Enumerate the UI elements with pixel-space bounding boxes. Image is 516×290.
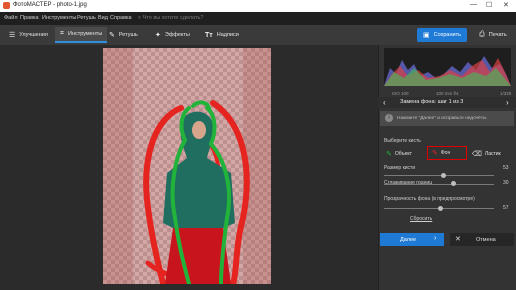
tab-enhancements[interactable]: ☰ Улучшения (4, 27, 53, 43)
step-title: Замена фона: шаг 1 из 3 (400, 99, 464, 105)
background-brush-button[interactable]: ✎ Фон (427, 146, 467, 160)
tab-label: Инструменты (67, 31, 103, 37)
tab-effects[interactable]: ✦ Эффекты (150, 27, 195, 43)
menu-help[interactable]: Справка (110, 15, 132, 21)
next-button[interactable]: Далее › (380, 233, 444, 246)
minimize-button[interactable]: — (470, 1, 477, 8)
window-title: ФотоМАСТЕР - photo-1.jpg (13, 2, 87, 8)
door-left-shape (103, 48, 133, 284)
edge-smoothing-knob[interactable] (451, 181, 456, 186)
menu-retouch[interactable]: Ретушь (77, 15, 96, 21)
background-brush-label: Фон (440, 150, 451, 156)
maximize-button[interactable]: ☐ (486, 1, 492, 9)
histogram (384, 48, 511, 86)
hint-box: i Нажмите "Далее" и исправьте недочёты (380, 111, 514, 126)
eraser-icon: ⌫ (472, 151, 482, 158)
brush-size-label: Размер кисти (384, 165, 416, 171)
object-brush-button[interactable]: ✎ Объект (386, 148, 412, 160)
menu-tools[interactable]: Инструменты (42, 15, 76, 21)
save-button[interactable]: ▣ Сохранить (417, 28, 467, 42)
object-brush-icon: ✎ (386, 151, 392, 158)
bg-opacity-knob[interactable] (438, 206, 443, 211)
app-logo-icon (3, 2, 10, 9)
cancel-button[interactable]: ✕ Отмена (450, 233, 514, 246)
tab-tools[interactable]: ⌗ Инструменты (55, 27, 108, 43)
magic-wand-icon: ✦ (155, 32, 161, 39)
cancel-label: Отмена (476, 236, 496, 243)
edge-smoothing-value: 30 (503, 180, 509, 186)
brush-size-slider[interactable] (384, 175, 494, 176)
bg-opacity-label: Прозрачность фона (в предпросмотре) (384, 196, 475, 202)
text-icon: Tт (205, 31, 213, 39)
object-stroke (191, 100, 211, 110)
search-input[interactable]: ⌕ Что вы хотите сделать? (138, 15, 203, 22)
tab-text[interactable]: Tт Надписи (200, 27, 244, 43)
menu-edit[interactable]: Правка (20, 15, 39, 21)
edge-smoothing-slider[interactable] (384, 184, 494, 185)
next-label: Далее (400, 236, 417, 243)
printer-icon: ⎙ (479, 31, 485, 38)
bg-opacity-value: 57 (503, 205, 509, 211)
sliders-icon: ☰ (9, 32, 16, 39)
histogram-shutter: 1/320 (500, 91, 512, 96)
info-icon: i (385, 114, 393, 122)
brush-size-value: 53 (503, 165, 509, 171)
brush-size-knob[interactable] (441, 173, 446, 178)
histogram-lens: 100 mm f/4 (436, 91, 459, 96)
close-button[interactable]: ✕ (503, 1, 509, 9)
search-placeholder: Что вы хотите сделать? (142, 15, 204, 21)
hint-text: Нажмите "Далее" и исправьте недочёты (397, 115, 487, 121)
cancel-x-icon: ✕ (455, 236, 461, 243)
tab-label: Улучшения (19, 32, 48, 38)
reset-link[interactable]: Сбросить (410, 216, 432, 222)
background-brush-icon: ✎ (432, 150, 438, 157)
menu-file[interactable]: Файл (4, 15, 18, 21)
photo-drawing (103, 48, 271, 284)
step-header: ‹ Замена фона: шаг 1 из 3 › (378, 97, 516, 108)
photo-canvas[interactable] (103, 48, 271, 284)
menu-view[interactable]: Вид (98, 15, 108, 21)
tab-retouch[interactable]: ✎ Ретушь (104, 27, 143, 43)
eraser-label: Ластик (484, 151, 501, 157)
brush-icon: ✎ (109, 32, 115, 39)
next-arrow-icon: › (434, 235, 437, 242)
save-icon: ▣ (423, 32, 430, 39)
search-icon: ⌕ (138, 15, 142, 21)
crop-tools-icon: ⌗ (60, 30, 64, 37)
histogram-graph (384, 56, 511, 86)
histogram-iso: ISO 100 (392, 91, 409, 96)
eraser-button[interactable]: ⌫ Ластик (472, 148, 501, 160)
menu-bar: Файл Правка Инструменты Ретушь Вид Справ… (0, 12, 516, 25)
forward-arrow-icon[interactable]: › (506, 98, 509, 107)
print-button[interactable]: ⎙ Печать (472, 28, 514, 42)
object-brush-label: Объект (394, 151, 412, 157)
print-label: Печать (488, 32, 507, 38)
tab-label: Надписи (216, 32, 239, 38)
tab-label: Ретушь (118, 32, 138, 38)
title-bar: ФотоМАСТЕР - photo-1.jpg — ☐ ✕ (0, 0, 516, 12)
edge-smoothing-label: Сглаживание границ (384, 180, 433, 186)
back-arrow-icon[interactable]: ‹ (383, 98, 386, 107)
tab-label: Эффекты (164, 32, 190, 38)
save-label: Сохранить (433, 32, 461, 38)
choose-brush-label: Выберите кисть (384, 138, 421, 144)
subject-face (192, 121, 206, 139)
